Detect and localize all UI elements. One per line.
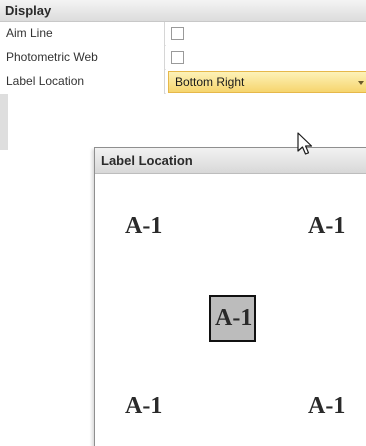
property-row-photometric-web[interactable]: Photometric Web — [0, 46, 366, 70]
property-value: Bottom Right — [166, 70, 366, 94]
location-option-top-left[interactable]: A-1 — [125, 214, 162, 238]
location-option-top-right[interactable]: A-1 — [308, 214, 345, 238]
label-location-popup: Label Location A-1 A-1 A-1 A-1 A-1 — [94, 147, 366, 446]
property-row-label-location[interactable]: Label Location Bottom Right — [0, 70, 366, 94]
chevron-down-icon[interactable] — [358, 81, 364, 85]
location-option-bottom-right[interactable]: A-1 — [308, 394, 345, 418]
property-value — [166, 22, 366, 46]
property-label: Aim Line — [0, 22, 165, 46]
property-label: Photometric Web — [0, 46, 165, 70]
location-option-center[interactable]: A-1 — [209, 295, 257, 342]
aim-line-checkbox[interactable] — [171, 27, 184, 40]
property-grid: Display Aim Line Photometric Web Label L… — [0, 0, 366, 150]
dropdown-value: Bottom Right — [175, 75, 245, 89]
property-row-aim-line[interactable]: Aim Line — [0, 22, 366, 46]
location-option-bottom-left[interactable]: A-1 — [125, 394, 162, 418]
mouse-cursor-icon — [297, 132, 313, 155]
property-label: Label Location — [0, 70, 165, 94]
label-location-dropdown[interactable]: Bottom Right — [168, 71, 366, 93]
popup-title: Label Location — [95, 148, 366, 174]
property-value — [166, 46, 366, 70]
label-location-grid: A-1 A-1 A-1 A-1 A-1 — [95, 174, 366, 446]
section-header-display[interactable]: Display — [0, 0, 366, 22]
photometric-web-checkbox[interactable] — [171, 51, 184, 64]
